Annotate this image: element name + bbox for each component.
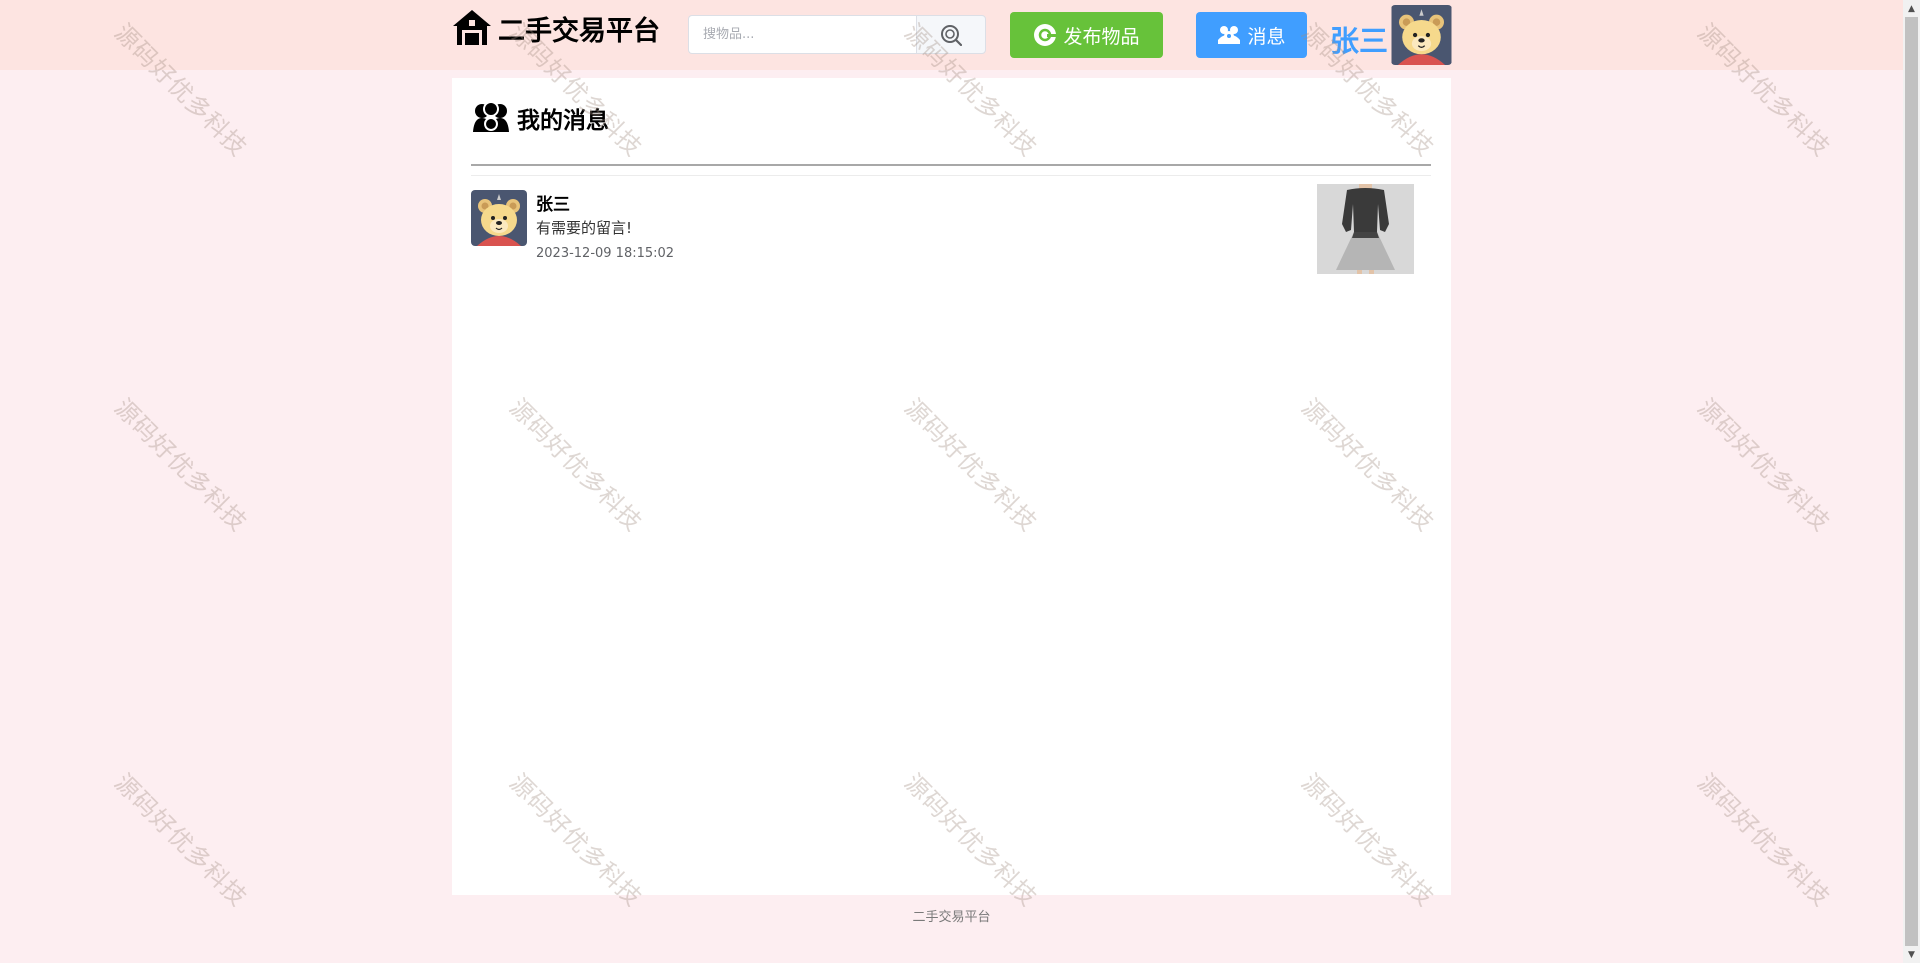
scroll-up-arrow-icon[interactable]: ▲ [1903, 0, 1920, 17]
publish-button[interactable]: 发布物品 [1010, 12, 1163, 58]
user-avatar[interactable] [1391, 5, 1452, 65]
message-content: 有需要的留言! [536, 219, 633, 237]
publish-button-label: 发布物品 [1063, 25, 1140, 48]
message-button[interactable]: 消息 [1196, 12, 1307, 58]
scrollbar[interactable]: ▲ ▼ [1903, 0, 1920, 963]
message-button-label: 消息 [1247, 25, 1286, 48]
search-button[interactable] [916, 15, 986, 54]
users-icon [473, 101, 509, 132]
users-icon [1217, 24, 1241, 46]
watermark-text: 源码好优多科技 [108, 768, 253, 913]
logo-text: 二手交易平台 [498, 15, 660, 47]
search-input[interactable] [688, 15, 916, 54]
header: 二手交易平台 发布物品 [0, 0, 1903, 70]
divider [471, 175, 1431, 176]
bear-avatar-icon [1391, 5, 1452, 65]
page-title: 我的消息 [471, 100, 609, 136]
watermark-text: 源码好优多科技 [1691, 393, 1836, 538]
dress-image [1317, 184, 1414, 274]
messages-panel: 我的消息 张三 有需要的留言! 2023-12-09 18:15:02 [452, 78, 1451, 895]
logo[interactable]: 二手交易平台 [451, 8, 660, 48]
search-bar [688, 15, 986, 54]
search-icon [941, 24, 962, 46]
scroll-thumb[interactable] [1905, 17, 1918, 946]
item-thumbnail[interactable] [1317, 184, 1414, 274]
watermark-text: 源码好优多科技 [108, 393, 253, 538]
message-sender: 张三 [536, 195, 570, 215]
watermark-text: 源码好优多科技 [1691, 768, 1836, 913]
sender-avatar[interactable] [471, 190, 527, 246]
message-item[interactable]: 张三 有需要的留言! 2023-12-09 18:15:02 [471, 184, 1431, 284]
plus-circle-icon [1033, 23, 1057, 47]
page-title-text: 我的消息 [517, 108, 609, 134]
bear-avatar-icon [471, 190, 527, 246]
house-icon [453, 10, 491, 45]
divider [471, 164, 1431, 166]
footer-text: 二手交易平台 [912, 910, 991, 925]
scroll-down-arrow-icon[interactable]: ▼ [1903, 946, 1920, 963]
user-name[interactable]: 张三 [1330, 18, 1388, 60]
message-time: 2023-12-09 18:15:02 [536, 246, 675, 261]
